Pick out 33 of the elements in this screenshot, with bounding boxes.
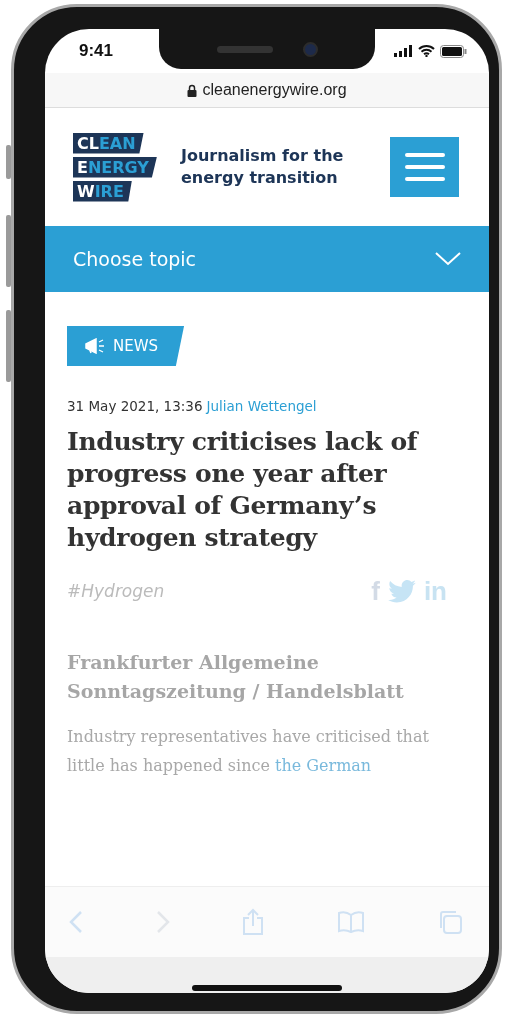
lock-icon — [187, 83, 198, 97]
forward-icon — [155, 910, 170, 934]
chevron-down-icon — [435, 252, 461, 266]
tabs-button[interactable] — [437, 909, 463, 935]
author-link[interactable]: Julian Wettengel — [206, 398, 317, 414]
url-text: cleanenergywire.org — [202, 81, 347, 99]
tabs-icon — [437, 909, 463, 935]
source-heading: Frankfurter Allgemeine Sonntagszeitung / Handelsblatt — [67, 650, 405, 704]
address-bar[interactable]: cleanenergywire.org — [45, 73, 489, 108]
logo-word[interactable]: ENERGY — [73, 156, 157, 178]
text-link[interactable]: the German — [274, 756, 372, 775]
book-icon — [336, 910, 365, 934]
back-icon — [69, 910, 83, 934]
wifi-icon — [418, 45, 435, 57]
logo-word[interactable]: WIRE — [73, 180, 132, 202]
category-label[interactable]: NEWS — [67, 326, 185, 366]
topic-tag-link[interactable]: #Hydrogen — [67, 581, 165, 601]
share-button[interactable] — [242, 908, 264, 936]
article-paragraph: Industry representatives have criticised that little has happened since the German — [67, 726, 430, 777]
topic-dropdown[interactable]: Choose topic — [45, 226, 489, 292]
signal-icon — [394, 45, 413, 57]
status-time: 9:41 — [79, 41, 114, 61]
bird-icon[interactable] — [387, 579, 416, 603]
bookmarks-button[interactable] — [336, 910, 365, 934]
share-icon — [242, 908, 264, 936]
publish-date: 31 May 2021, 13:36 — [67, 398, 203, 414]
back-button[interactable] — [69, 910, 83, 934]
battery-icon — [440, 44, 467, 58]
article-headline: Industry criticises lack of progress one year after approval of Germany’s hydrogen strategy — [67, 426, 420, 554]
logo-word[interactable]: CLEAN — [73, 132, 144, 154]
megaphone-icon — [85, 338, 105, 354]
menu-button[interactable] — [390, 137, 459, 197]
tagline: Journalism for the energy transition — [180, 145, 345, 189]
